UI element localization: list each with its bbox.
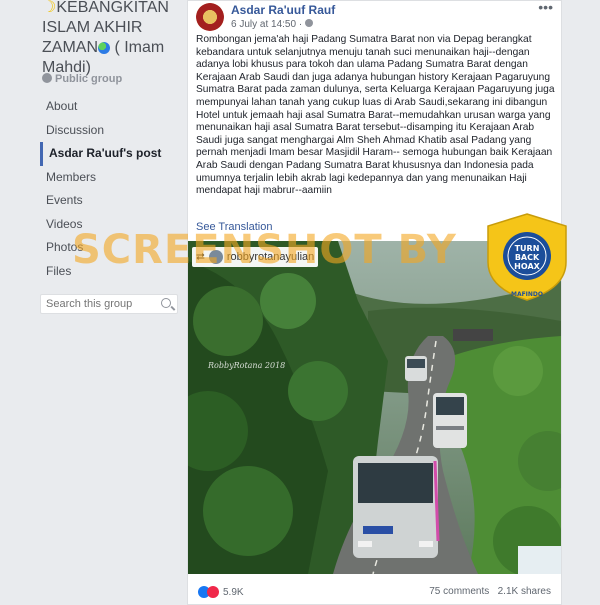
globe-emoji-icon bbox=[98, 41, 110, 54]
nav-members[interactable]: Members bbox=[40, 166, 182, 190]
group-sidebar: ☽KEBANGKITAN ISLAM AKHIR ZAMAN ( Imam Ma… bbox=[0, 0, 185, 605]
post-meta: 6 July at 14:50 · bbox=[231, 19, 316, 30]
crescent-moon-icon: ☽ bbox=[42, 0, 57, 16]
post-text: Rombongan jema'ah haji Padang Sumatra Ba… bbox=[196, 34, 555, 197]
group-privacy: Public group bbox=[42, 73, 122, 85]
turn-back-hoax-badge: TURN BACK HOAX MAFINDO bbox=[487, 213, 567, 301]
badge-text-back: BACK bbox=[515, 253, 540, 262]
public-globe-icon bbox=[304, 19, 313, 27]
reaction-summary[interactable]: 5.9K bbox=[198, 586, 244, 598]
post-card: Asdar Ra'uuf Rauf 6 July at 14:50 · ••• … bbox=[187, 0, 562, 605]
screenshot-by-watermark: SCREENSHOT BY bbox=[72, 227, 457, 273]
nav-discussion[interactable]: Discussion bbox=[40, 119, 182, 143]
group-search bbox=[40, 294, 178, 314]
nav-current-post[interactable]: Asdar Ra'uuf's post bbox=[40, 142, 182, 166]
nav-events[interactable]: Events bbox=[40, 189, 182, 213]
share-count[interactable]: 2.1K shares bbox=[498, 586, 551, 597]
post-time[interactable]: 6 July at 14:50 bbox=[231, 19, 296, 30]
photographer-signature: RobbyRotana 2018 bbox=[208, 361, 286, 370]
post-author[interactable]: Asdar Ra'uuf Rauf bbox=[231, 3, 335, 17]
public-globe-icon bbox=[42, 73, 52, 83]
group-title[interactable]: ☽KEBANGKITAN ISLAM AKHIR ZAMAN ( Imam Ma… bbox=[42, 0, 182, 78]
more-options-icon[interactable]: ••• bbox=[538, 0, 553, 15]
group-search-input[interactable] bbox=[41, 295, 156, 313]
badge-text-hoax: HOAX bbox=[514, 262, 540, 271]
badge-text-mafindo: MAFINDO bbox=[511, 291, 543, 298]
author-avatar[interactable] bbox=[196, 3, 224, 31]
reaction-count: 5.9K bbox=[223, 586, 244, 598]
badge-text-turn: TURN bbox=[515, 244, 540, 253]
nav-about[interactable]: About bbox=[40, 95, 182, 119]
comment-count[interactable]: 75 comments bbox=[429, 586, 489, 597]
engagement-counts: 75 comments 2.1K shares bbox=[429, 586, 551, 597]
search-icon[interactable] bbox=[161, 298, 171, 308]
love-reaction-icon bbox=[207, 586, 219, 598]
